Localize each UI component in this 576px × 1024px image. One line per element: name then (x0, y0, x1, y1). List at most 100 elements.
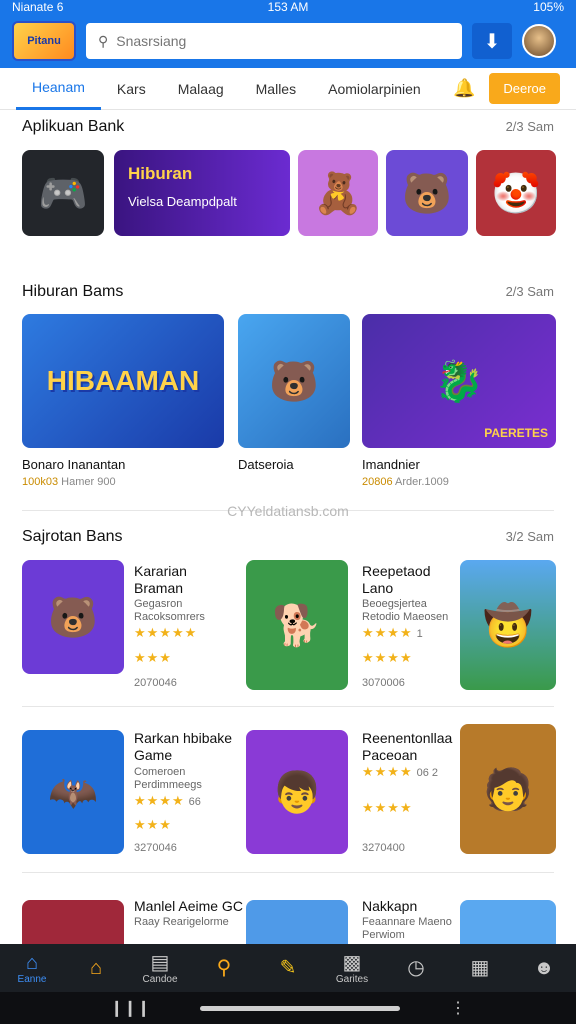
rating-value: 1 (416, 628, 423, 640)
app-tile[interactable]: 🐻 (386, 150, 468, 236)
download-count: 3270046 (134, 842, 177, 854)
status-time: 153 AM (267, 0, 309, 14)
stars-icon: ★★★ (134, 650, 172, 665)
more-icon[interactable]: ⋮ (450, 998, 466, 1018)
tab-malaag[interactable]: Malaag (162, 68, 240, 110)
search-input[interactable] (116, 33, 417, 49)
person-icon: ☻ (533, 957, 555, 979)
app-tile[interactable]: 🎮 (22, 150, 104, 236)
game-card-image[interactable] (246, 900, 348, 944)
avatar[interactable] (522, 24, 556, 58)
section3-header: Sajrotan Bans 3/2 Sam (22, 528, 554, 546)
clock-icon: ◷ (407, 957, 425, 979)
game-card-title[interactable]: Kararian Braman (134, 563, 234, 597)
game-card-title[interactable]: Reepetaod Lano (362, 563, 458, 597)
tab-malles[interactable]: Malles (240, 68, 312, 110)
stars-icon: ★★★★ (362, 625, 413, 640)
nav-garites[interactable]: ▩ Garites (322, 944, 382, 992)
watermark: CYYeldatiansb.com (227, 503, 349, 519)
bear-icon: 🐻 (48, 595, 98, 640)
star-rating-secondary: ★★★★ (362, 800, 413, 816)
status-left: Nianate 6 (12, 0, 64, 14)
star-rating: ★★★★ 06 2 (362, 764, 438, 780)
chat-icon: ✎ (279, 957, 297, 979)
nav-clock[interactable]: ◷ (386, 944, 446, 992)
featured-art-3: PAERETES (484, 426, 548, 440)
featured-game-1[interactable]: HIBAAMAN (22, 314, 224, 448)
game-card-image[interactable]: 🐕 (246, 560, 348, 690)
stars-icon: ★★★★ (362, 800, 413, 815)
stars-icon: ★★★★ (134, 793, 185, 808)
bell-icon[interactable]: 🔔 (453, 78, 475, 99)
star-rating-secondary: ★★★ (134, 817, 172, 833)
featured-art-1: HIBAAMAN (46, 365, 200, 396)
bear-icon: 🐻 (402, 171, 452, 216)
download-icon: ⬇ (483, 30, 501, 53)
folder-icon: ▤ (150, 951, 170, 974)
app-tile[interactable]: 🤡 (476, 150, 556, 236)
stars-icon: ★★★★ (362, 650, 413, 665)
section1-more[interactable]: 2/3 Sam (506, 119, 554, 134)
game-card-subtitle: Feaannare Maeno Perwiom (362, 916, 452, 941)
game-card-side-image[interactable]: 🧑 (460, 724, 556, 854)
nav-search[interactable]: ⚲ (194, 944, 254, 992)
game-card-image[interactable] (22, 900, 124, 944)
box-icon: ▩ (342, 951, 362, 974)
game-card-image[interactable]: 🦇 (22, 730, 124, 854)
game-card-image[interactable]: 🐻 (22, 560, 124, 674)
game-card-image[interactable]: 👦 (246, 730, 348, 854)
nav-home[interactable]: ⌂ Eanne (2, 944, 62, 992)
tab-home[interactable]: Heanam (16, 68, 101, 110)
stars-icon: ★★★ (134, 817, 172, 832)
game-card-side-image[interactable] (460, 900, 556, 944)
game-card-title[interactable]: Manlel Aeime GC (134, 898, 244, 915)
game-card-title[interactable]: Reenentonllaa Paceoan (362, 730, 458, 764)
tab-bar: Heanam Kars Malaag Malles Aomiolarpinien… (0, 68, 576, 110)
section1-header: Aplikuan Bank 2/3 Sam (22, 118, 554, 136)
featured-badge-3: 20806 (362, 476, 393, 488)
status-battery: 105% (533, 0, 564, 14)
nav-chat[interactable]: ✎ (258, 944, 318, 992)
featured-meta-1: 100k03 Hamer 900 (22, 476, 116, 488)
tab-aomio[interactable]: Aomiolarpinien (312, 68, 437, 110)
home-pill[interactable] (200, 1005, 401, 1011)
game-logo-icon: 🎮 (38, 171, 88, 216)
section2-more[interactable]: 2/3 Sam (506, 284, 554, 299)
divider (22, 706, 554, 707)
status-bar: Nianate 6 153 AM 105% (0, 0, 576, 14)
nav-candoe[interactable]: ▤ Candoe (130, 944, 190, 992)
game-card-title[interactable]: Rarkan hbibake Game (134, 730, 244, 764)
banner-subtitle: Vielsa Deampdpalt (128, 194, 237, 209)
download-button[interactable]: ⬇ (472, 23, 512, 59)
section2-header: Hiburan Bams 2/3 Sam (22, 283, 554, 301)
rating-value: 06 2 (416, 767, 439, 779)
game-card-side-image[interactable]: 🤠 (460, 560, 556, 690)
tab-kars[interactable]: Kars (101, 68, 162, 110)
app-tile[interactable]: 🧸 (298, 150, 378, 236)
featured-game-2[interactable]: 🐻 (238, 314, 350, 448)
search-icon: ⚲ (216, 957, 232, 979)
game-card-subtitle: Beoegsjertea Retodio Maeosen (362, 598, 449, 623)
system-nav-bar: ❙❙❙ ⋮ (0, 992, 576, 1024)
star-rating-secondary: ★★★★ (362, 650, 413, 666)
rating-value: 66 (188, 796, 201, 808)
nav-label: Garites (335, 973, 369, 985)
search-box[interactable]: ⚲ (86, 23, 462, 59)
section2-title: Hiburan Bams (22, 283, 124, 300)
search-icon: ⚲ (98, 32, 109, 49)
nav-house[interactable]: ⌂ (66, 944, 126, 992)
game-card-subtitle: Comeroen Perdimmeegs (134, 766, 202, 791)
banner-title: Hiburan (128, 164, 193, 183)
nav-gamepad[interactable]: ▦ (450, 944, 510, 992)
nav-profile[interactable]: ☻ (514, 944, 574, 992)
dog-icon: 🐕 (272, 603, 322, 648)
game-card-title[interactable]: Nakkapn (362, 898, 458, 915)
bat-icon: 🦇 (48, 770, 98, 815)
section3-more[interactable]: 3/2 Sam (506, 529, 554, 544)
promo-banner[interactable]: Hiburan Vielsa Deampdpalt (114, 150, 290, 236)
cta-button[interactable]: Deeroe (489, 73, 560, 104)
featured-game-3[interactable]: PAERETES 🐉 (362, 314, 556, 448)
recents-icon[interactable]: ❙❙❙ (110, 998, 150, 1018)
app-logo[interactable]: Pitanu (12, 21, 76, 61)
divider (22, 872, 554, 873)
